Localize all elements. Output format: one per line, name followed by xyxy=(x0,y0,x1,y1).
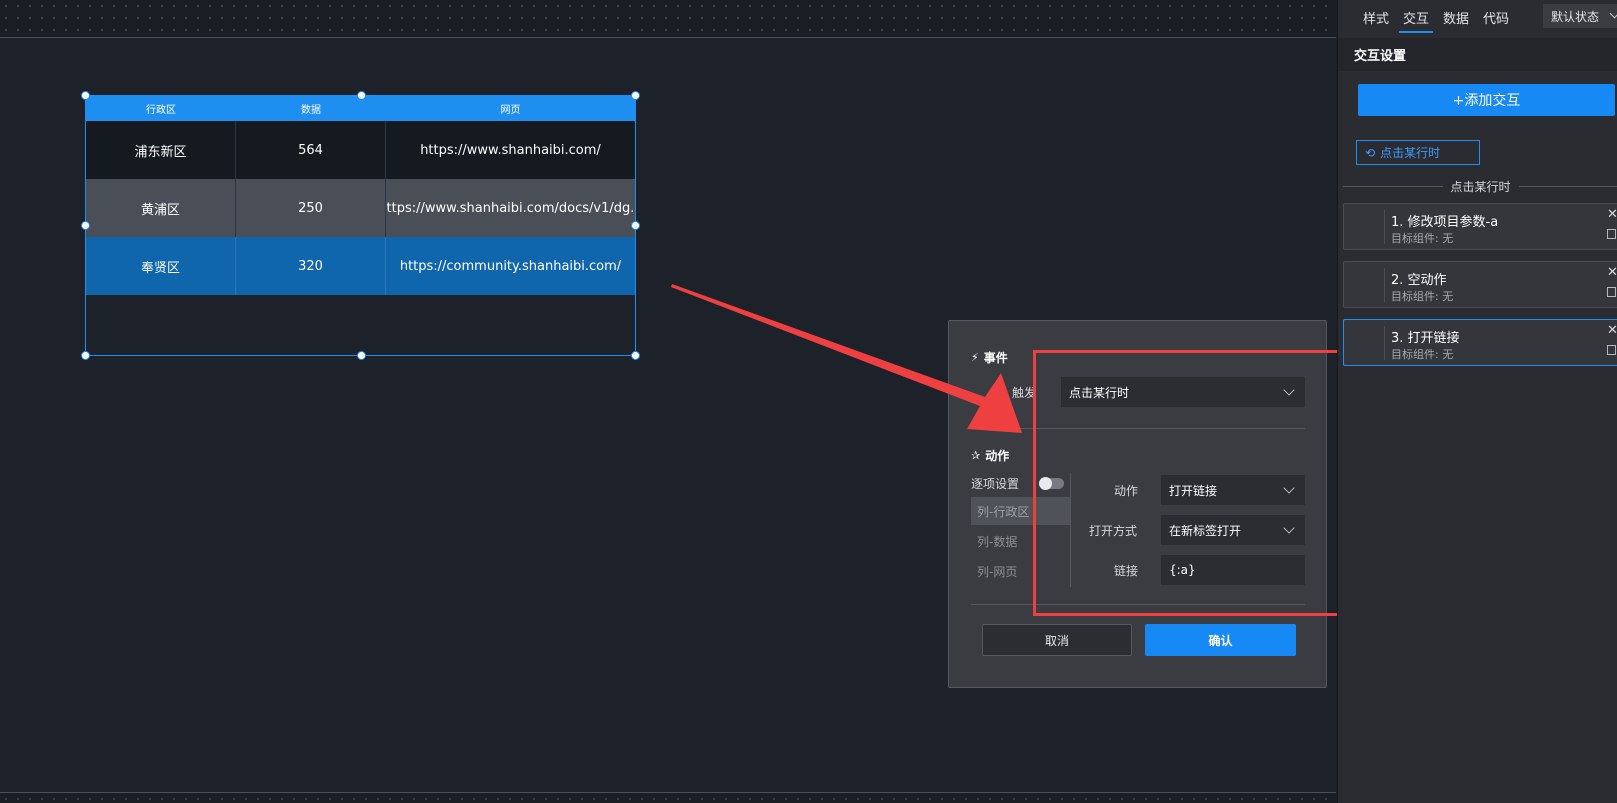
table-row[interactable]: 黄浦区 250 https://www.shanhaibi.com/docs/v… xyxy=(86,179,635,237)
table-row[interactable]: 浦东新区 564 https://www.shanhaibi.com/ xyxy=(86,121,635,179)
table-cell: 320 xyxy=(236,237,386,295)
state-dropdown[interactable]: 默认状态 xyxy=(1543,4,1617,28)
canvas-ruler-top xyxy=(0,0,1336,38)
copy-icon[interactable] xyxy=(1607,287,1616,297)
column-header-data[interactable]: 数据 xyxy=(236,96,386,121)
action-target: 目标组件: 无 xyxy=(1391,290,1454,303)
action-card[interactable]: 2. 空动作 目标组件: 无 ✕ xyxy=(1343,261,1617,308)
column-header-webpage[interactable]: 网页 xyxy=(386,96,635,121)
resize-handle[interactable] xyxy=(631,221,640,230)
copy-icon[interactable] xyxy=(1607,345,1616,355)
tab-style[interactable]: 样式 xyxy=(1356,0,1396,33)
add-interaction-button[interactable]: +添加交互 xyxy=(1358,84,1615,116)
data-table: 行政区 数据 网页 浦东新区 564 https://www.shanhaibi… xyxy=(86,96,635,295)
event-separator: 点击某行时 xyxy=(1343,178,1617,194)
per-item-label: 逐项设置 xyxy=(971,477,1020,491)
table-cell: 黄浦区 xyxy=(86,179,236,237)
action-title: 1. 修改项目参数-a xyxy=(1391,215,1499,230)
canvas-ruler-bottom xyxy=(0,792,1336,803)
table-row[interactable]: 奉贤区 320 https://community.shanhaibi.com/ xyxy=(86,237,635,295)
panel-header: 交互设置 xyxy=(1338,38,1617,71)
tab-code[interactable]: 代码 xyxy=(1476,0,1516,33)
panel-tabs: 样式 交互 数据 代码 xyxy=(1356,0,1516,33)
table-cell: https://www.shanhaibi.com/ xyxy=(420,142,601,158)
table-cell: 浦东新区 xyxy=(86,121,236,179)
close-icon[interactable]: ✕ xyxy=(1607,207,1617,222)
resize-handle[interactable] xyxy=(81,91,90,100)
action-card[interactable]: 1. 修改项目参数-a 目标组件: 无 ✕ xyxy=(1343,203,1617,250)
cursor-click-icon: ⟲ xyxy=(1365,145,1376,160)
tab-interaction[interactable]: 交互 xyxy=(1396,0,1436,33)
resize-handle[interactable] xyxy=(357,91,366,100)
action-section-title: ✰ 动作 xyxy=(971,449,1010,463)
action-card[interactable]: 3. 打开链接 目标组件: 无 ✕ xyxy=(1343,319,1617,366)
resize-handle[interactable] xyxy=(631,91,640,100)
tab-data[interactable]: 数据 xyxy=(1436,0,1476,33)
action-title: 3. 打开链接 xyxy=(1391,331,1460,346)
close-icon[interactable]: ✕ xyxy=(1607,323,1617,338)
event-section-title: ⚡ 事件 xyxy=(971,351,1008,365)
action-title: 2. 空动作 xyxy=(1391,273,1447,288)
table-cell: https://community.shanhaibi.com/ xyxy=(399,258,622,274)
copy-icon[interactable] xyxy=(1607,229,1616,239)
action-target: 目标组件: 无 xyxy=(1391,348,1454,361)
confirm-button[interactable]: 确认 xyxy=(1145,624,1296,656)
event-chip[interactable]: ⟲ 点击某行时 xyxy=(1356,140,1480,165)
table-cell: 564 xyxy=(236,121,386,179)
annotation-highlight-box xyxy=(1033,350,1369,616)
close-icon[interactable]: ✕ xyxy=(1607,265,1617,280)
table-widget[interactable]: 行政区 数据 网页 浦东新区 564 https://www.shanhaibi… xyxy=(81,91,640,360)
cancel-button[interactable]: 取消 xyxy=(982,624,1132,656)
lightning-icon: ⚡ xyxy=(971,351,979,364)
table-cell: 250 xyxy=(236,179,386,237)
resize-handle[interactable] xyxy=(357,351,366,360)
resize-handle[interactable] xyxy=(81,351,90,360)
action-target: 目标组件: 无 xyxy=(1391,232,1454,245)
column-header-district[interactable]: 行政区 xyxy=(86,96,236,121)
resize-handle[interactable] xyxy=(81,221,90,230)
gear-star-icon: ✰ xyxy=(971,449,981,462)
resize-handle[interactable] xyxy=(631,351,640,360)
chevron-down-icon xyxy=(1609,8,1617,19)
table-cell: https://www.shanhaibi.com/docs/v1/dg... xyxy=(386,200,635,216)
table-cell: 奉贤区 xyxy=(86,237,236,295)
right-panel: 样式 交互 数据 代码 默认状态 交互设置 +添加交互 ⟲ 点击某行时 点击某行… xyxy=(1337,0,1617,803)
